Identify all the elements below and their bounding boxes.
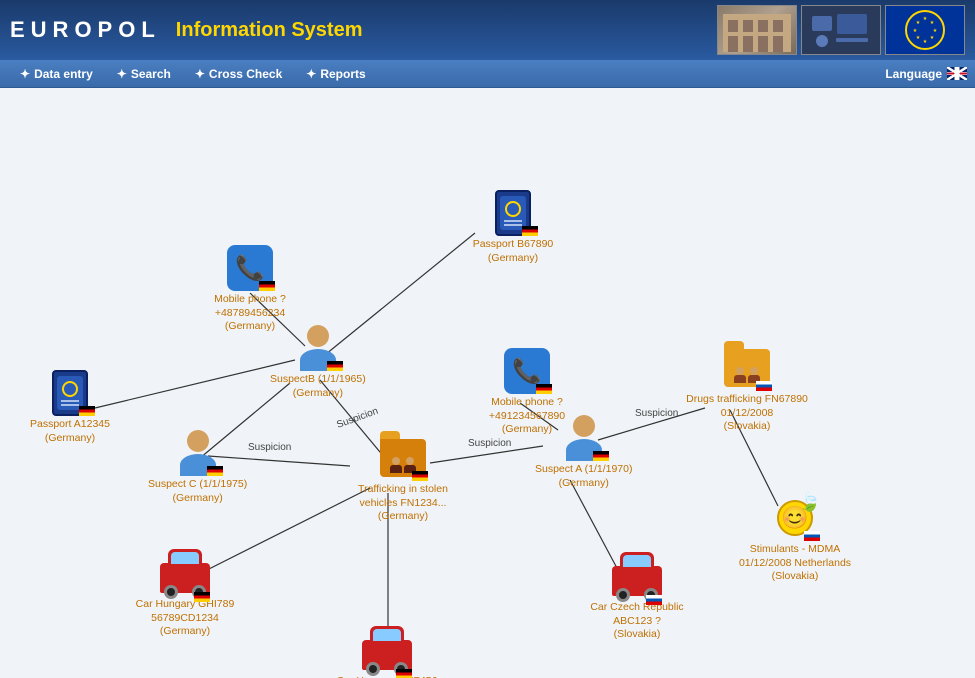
app-title: Information System [176, 19, 717, 42]
node-suspect-a[interactable]: Suspect A (1/1/1970)(Germany) [535, 413, 632, 490]
passport-a-label: Passport A12345(Germany) [30, 418, 110, 445]
passport-b-label: Passport B67890 (Germany) [448, 238, 578, 265]
logo: EUROPOL [10, 17, 161, 43]
drugs-fn-icon [722, 343, 772, 393]
suspect-b-label: SuspectB (1/1/1965)(Germany) [270, 373, 366, 400]
car-hungary-1-label: Car Hungary GHI789 56789CD1234(Germany) [120, 598, 250, 639]
flag-sk-drugs-fn [756, 381, 772, 391]
svg-text:★: ★ [916, 20, 921, 26]
drugs-fn-label: Drugs trafficking FN67890 01/12/2008(Slo… [682, 393, 812, 434]
node-car-czech[interactable]: Car Czech Republic ABC123 ?(Slovakia) [572, 546, 702, 642]
nav-data-entry[interactable]: ✦ Data entry [8, 65, 105, 83]
main-canvas: Suspicion Suspicion Suspicion Suspicion [0, 88, 975, 678]
uk-flag-icon [947, 67, 967, 80]
header-image-tech [801, 5, 881, 55]
svg-text:★: ★ [933, 28, 938, 34]
header: EUROPOL Information System [0, 0, 975, 60]
trafficking-label: Trafficking in stolen vehicles FN1234...… [338, 483, 468, 524]
node-passport-b[interactable]: Passport B67890 (Germany) [448, 188, 578, 265]
flag-de-suspect-a [593, 451, 609, 461]
flag-de-trafficking [412, 471, 428, 481]
flag-de-passport-a [79, 406, 95, 416]
navbar: ✦ Data entry ✦ Search ✦ Cross Check ✦ Re… [0, 60, 975, 88]
svg-text:★: ★ [913, 28, 918, 34]
nav-reports[interactable]: ✦ Reports [294, 65, 377, 83]
flag-sk-stimulants [804, 531, 820, 541]
conn-label-a-traffic: Suspicion [468, 438, 511, 449]
node-car-hungary-2[interactable]: Car Hungary DEF456 1234AB56789(Germany) [322, 620, 452, 678]
flag-de-suspect-b [327, 361, 343, 371]
nav-search-icon: ✦ [117, 67, 127, 81]
mobile-a-icon: 📞 [502, 346, 552, 396]
node-car-hungary-1[interactable]: Car Hungary GHI789 56789CD1234(Germany) [120, 543, 250, 639]
nav-cross-check[interactable]: ✦ Cross Check [183, 65, 294, 83]
suspect-b-icon [293, 323, 343, 373]
flag-de-mobile-b [259, 281, 275, 291]
flag-de [522, 226, 538, 236]
flag-sk-car-czech [646, 595, 662, 605]
header-image-building [717, 5, 797, 55]
eu-circle: ★ ★ ★ ★ ★ ★ ★ ★ [905, 10, 945, 50]
suspect-c-icon [173, 428, 223, 478]
nav-data-entry-icon: ✦ [20, 67, 30, 81]
node-passport-a[interactable]: Passport A12345(Germany) [30, 368, 110, 445]
svg-text:★: ★ [930, 20, 935, 26]
header-image-eu: ★ ★ ★ ★ ★ ★ ★ ★ [885, 5, 965, 55]
conn-label-a-drugs: Suspicion [635, 408, 678, 419]
svg-text:★: ★ [930, 35, 935, 41]
nav-reports-icon: ✦ [306, 67, 316, 81]
flag-de-mobile-a [536, 384, 552, 394]
suspect-a-icon [559, 413, 609, 463]
nav-cross-check-icon: ✦ [195, 67, 205, 81]
svg-text:★: ★ [923, 39, 928, 45]
car-czech-label: Car Czech Republic ABC123 ?(Slovakia) [572, 601, 702, 642]
stimulants-icon: 😊 🍃 [770, 493, 820, 543]
svg-text:★: ★ [923, 16, 928, 22]
node-mobile-b[interactable]: 📞 Mobile phone ? +48789456234(Germany) [185, 243, 315, 334]
suspect-a-label: Suspect A (1/1/1970)(Germany) [535, 463, 632, 490]
trafficking-icon [378, 433, 428, 483]
node-trafficking[interactable]: Trafficking in stolen vehicles FN1234...… [338, 433, 468, 524]
suspect-c-label: Suspect C (1/1/1975)(Germany) [148, 478, 247, 505]
mobile-b-icon: 📞 [225, 243, 275, 293]
flag-de-suspect-c [207, 466, 223, 476]
conn-label-c-traffic: Suspicion [248, 442, 291, 453]
node-suspect-b[interactable]: SuspectB (1/1/1965)(Germany) [270, 323, 366, 400]
node-drugs-fn[interactable]: Drugs trafficking FN67890 01/12/2008(Slo… [682, 343, 812, 434]
car-czech-icon [612, 546, 662, 601]
car-hungary-1-icon [160, 543, 210, 598]
svg-text:★: ★ [916, 35, 921, 41]
nav-search[interactable]: ✦ Search [105, 65, 183, 83]
car-hungary-2-icon [362, 620, 412, 675]
passport-b-icon [488, 188, 538, 238]
language-selector[interactable]: Language [885, 67, 967, 81]
flag-de-car2 [396, 669, 412, 678]
stimulants-label: Stimulants - MDMA 01/12/2008 Netherlands… [730, 543, 860, 584]
conn-label-b-traffic: Suspicion [335, 406, 380, 431]
passport-a-icon [45, 368, 95, 418]
header-images: ★ ★ ★ ★ ★ ★ ★ ★ [717, 5, 965, 55]
node-suspect-c[interactable]: Suspect C (1/1/1975)(Germany) [148, 428, 247, 505]
flag-de-car1 [194, 592, 210, 602]
node-stimulants[interactable]: 😊 🍃 Stimulants - MDMA 01/12/2008 Netherl… [730, 493, 860, 584]
